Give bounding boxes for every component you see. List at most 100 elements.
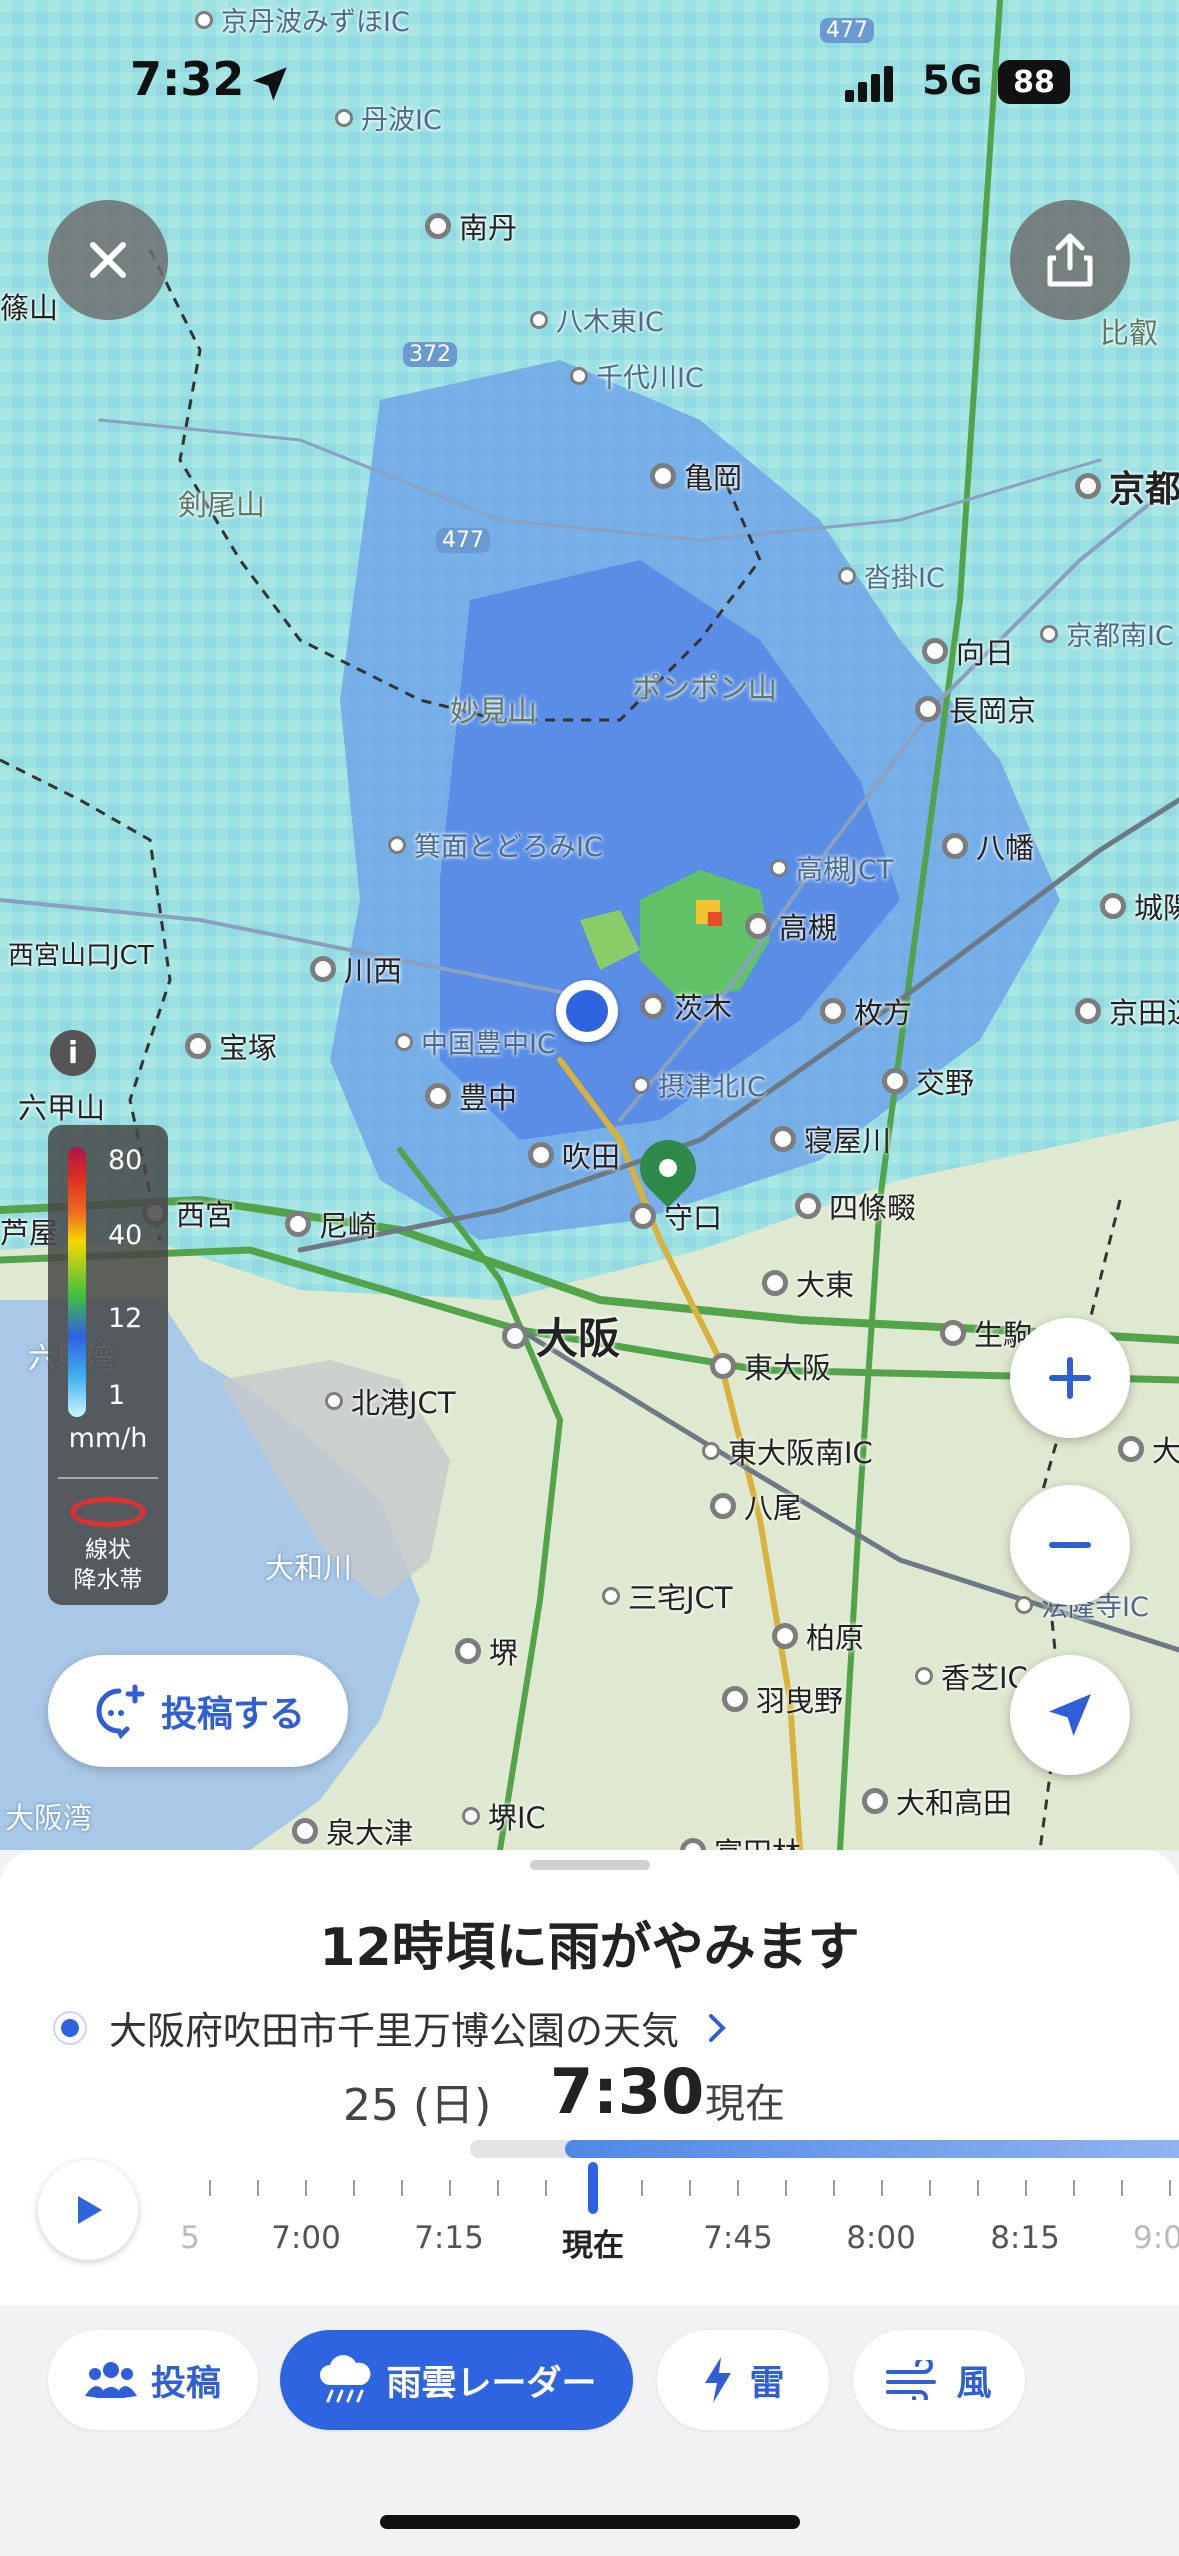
map-label[interactable]: 八尾 — [710, 1485, 802, 1527]
post-button[interactable]: 投稿する — [48, 1655, 348, 1767]
map-label[interactable]: 交野 — [882, 1060, 974, 1102]
sheet-handle[interactable] — [530, 1860, 650, 1870]
current-location-marker[interactable] — [556, 980, 618, 1042]
location-link[interactable]: 大阪府吹田市千里万博公園の天気 — [55, 2000, 733, 2055]
navigation-arrow-icon — [1049, 1694, 1091, 1736]
tick-label: 8:00 — [846, 2220, 916, 2256]
map-label[interactable]: 京田辺 — [1075, 990, 1179, 1032]
map-label[interactable]: 泉大津 — [292, 1810, 413, 1850]
map-label[interactable]: 豊中 — [425, 1075, 517, 1117]
map-label[interactable]: 長岡京 — [915, 688, 1036, 730]
tick-label: 7:00 — [271, 2220, 341, 2256]
map-label[interactable]: 東大阪南IC — [702, 1430, 873, 1472]
people-icon — [84, 2362, 137, 2398]
map-label[interactable]: 東大阪 — [710, 1345, 831, 1387]
map-label[interactable]: 京都南IC — [1040, 614, 1174, 653]
map-label[interactable]: 中国豊中IC — [395, 1022, 556, 1061]
legend-value: 12 — [108, 1303, 143, 1334]
map-label[interactable]: 千代川IC — [570, 356, 704, 395]
map-label: 大阪湾 — [5, 1801, 93, 1835]
my-location-button[interactable] — [1010, 1655, 1130, 1775]
tab-thunder[interactable]: 雷 — [657, 2330, 829, 2430]
map-label[interactable]: 三宅JCT — [602, 1575, 733, 1617]
map-label[interactable]: 宝塚 — [185, 1025, 277, 1067]
map-label[interactable]: 尼崎 — [285, 1203, 377, 1245]
map-label[interactable]: 大阪 — [502, 1305, 620, 1366]
timeline-scrubber[interactable] — [588, 2162, 598, 2214]
share-button[interactable] — [1010, 200, 1130, 320]
map-label[interactable]: 西宮山口JCT — [8, 935, 154, 972]
map-label[interactable]: 高槻JCT — [770, 848, 893, 887]
plus-icon — [1049, 1357, 1091, 1399]
map-label[interactable]: 亀岡 — [650, 455, 742, 497]
tab-label: 風 — [956, 2363, 992, 2404]
info-icon[interactable]: i — [50, 1030, 96, 1076]
map-label[interactable]: 高槻 — [745, 905, 837, 947]
map-label[interactable]: 八幡 — [942, 825, 1034, 867]
rain-cloud-icon — [320, 2355, 371, 2403]
tick-label: 現在 — [562, 2228, 624, 2264]
map-label[interactable]: 南丹 — [425, 205, 517, 247]
map-label[interactable]: 川西 — [310, 948, 402, 990]
map-label[interactable]: 富田林 — [680, 1830, 801, 1850]
tick-label: 7:45 — [703, 2220, 773, 2256]
map-label[interactable]: 羽曳野 — [722, 1678, 843, 1720]
tab-posts[interactable]: 投稿 — [48, 2330, 258, 2430]
map-canvas — [0, 0, 1179, 1850]
legend-value: 1 — [108, 1380, 126, 1411]
map-label: 比叡 — [1100, 316, 1159, 350]
map-label[interactable]: 堺 — [455, 1630, 518, 1672]
tab-label: 雨雲レーダー — [386, 2363, 597, 2404]
home-indicator — [380, 2515, 800, 2529]
location-dot-icon — [55, 2012, 85, 2043]
network-type: 5G — [922, 58, 983, 104]
map-label[interactable]: 沓掛IC — [838, 556, 945, 595]
map-label[interactable]: 大和高田 — [862, 1780, 1012, 1822]
map-label[interactable]: 向日 — [922, 630, 1014, 672]
zoom-in-button[interactable] — [1010, 1318, 1130, 1438]
map-label[interactable]: 香芝IC — [915, 1655, 1028, 1697]
map-label[interactable]: 京丹波みずほIC — [195, 0, 410, 39]
tab-wind[interactable]: 風 — [853, 2330, 1025, 2430]
battery-indicator: 88 — [998, 60, 1070, 104]
map-label[interactable]: 吹田 — [528, 1134, 620, 1176]
radar-map[interactable]: 京丹波みずほIC 丹波IC 南丹 八木東IC 千代川IC 亀岡 京都 沓掛IC … — [0, 0, 1179, 1850]
tick-label: 9:0 — [1133, 2220, 1179, 2256]
map-label[interactable]: 城陽 — [1100, 885, 1179, 927]
map-label[interactable]: 八木東IC — [530, 300, 664, 339]
post-button-label: 投稿する — [160, 1694, 305, 1735]
time-display: 25 (日) 7:30 現在 — [0, 2055, 1179, 2135]
map-label[interactable]: 守口 — [630, 1195, 722, 1237]
map-label[interactable]: 枚方 — [820, 990, 912, 1032]
map-label: 六甲山 — [18, 1091, 106, 1125]
map-label[interactable]: 京都 — [1075, 460, 1179, 512]
map-label[interactable]: 茨木 — [640, 985, 732, 1027]
legend-unit: mm/h — [68, 1423, 148, 1454]
timeline-forecast-range — [565, 2140, 1179, 2158]
map-label[interactable]: 寝屋川 — [770, 1118, 891, 1160]
map-label[interactable]: 四條畷 — [795, 1185, 916, 1227]
map-label[interactable]: 北港JCT — [325, 1380, 456, 1422]
zoom-out-button[interactable] — [1010, 1485, 1130, 1605]
add-comment-icon — [96, 1684, 145, 1739]
map-label: 大和川 — [265, 1551, 353, 1585]
legend-value: 80 — [108, 1145, 143, 1176]
tick-label: 7:15 — [414, 2220, 484, 2256]
wind-icon — [886, 2360, 937, 2400]
route-shield: 372 — [403, 342, 457, 367]
map-label[interactable]: 堺IC — [462, 1795, 546, 1837]
rain-legend[interactable]: 80 40 12 1 mm/h 線状 降水帯 — [48, 1125, 168, 1605]
map-label[interactable]: 柏原 — [772, 1615, 864, 1657]
tick-label: 5 — [180, 2220, 200, 2256]
tab-rain-radar[interactable]: 雨雲レーダー — [280, 2330, 633, 2430]
map-label[interactable]: 大東 — [762, 1262, 854, 1304]
rain-forecast-headline: 12時頃に雨がやみます — [319, 1918, 860, 1978]
map-label[interactable]: 摂津北IC — [632, 1065, 766, 1104]
map-label[interactable]: 丹波IC — [335, 98, 442, 137]
tab-label: 投稿 — [150, 2363, 221, 2404]
close-button[interactable] — [48, 200, 168, 320]
linear-band-label: 線状 降水帯 — [73, 1537, 143, 1593]
map-label[interactable]: 箕面とどろみIC — [388, 825, 603, 864]
lightning-icon — [705, 2357, 732, 2403]
legend-value: 40 — [108, 1220, 143, 1251]
